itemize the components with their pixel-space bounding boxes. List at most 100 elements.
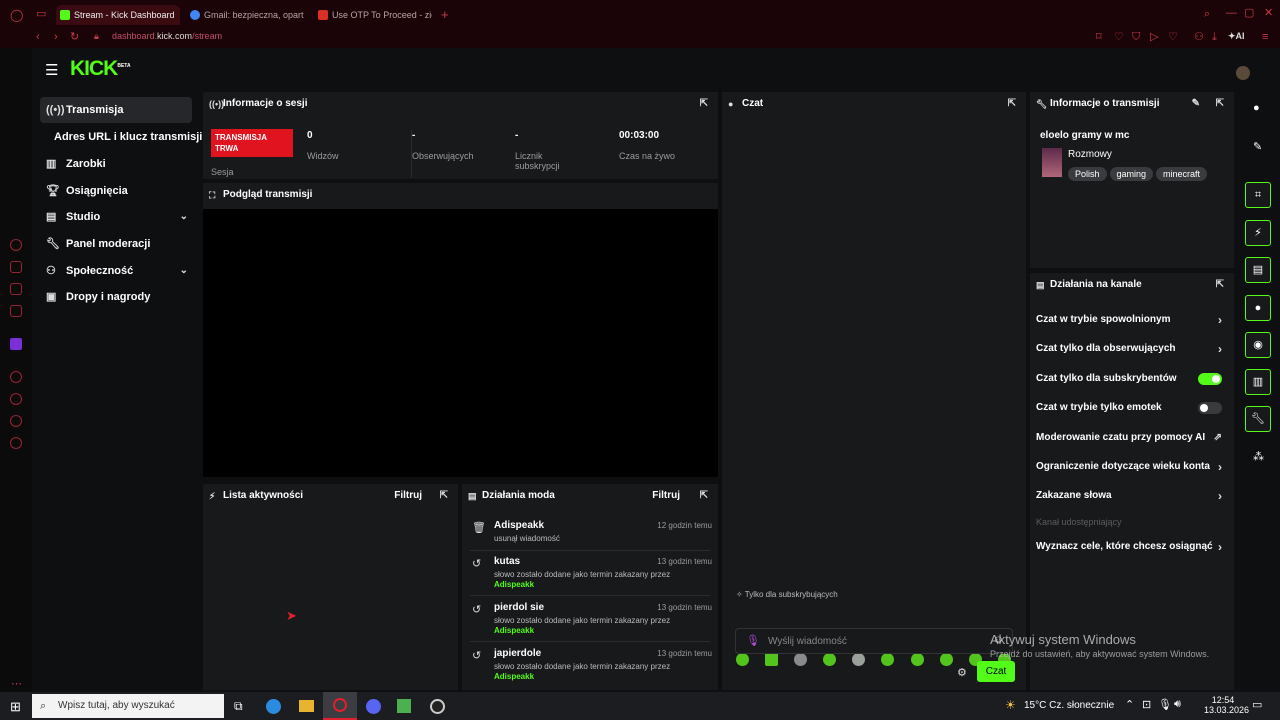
mod-action-user[interactable]: Adispeakk: [494, 672, 534, 681]
mod-action-name[interactable]: Adispeakk: [494, 520, 544, 531]
filter-button[interactable]: Filtruj: [652, 484, 680, 508]
followers-only-row[interactable]: Czat tylko dla obserwujących ›: [1036, 336, 1222, 362]
emote-icon[interactable]: [940, 653, 953, 666]
sidebar-item-transmisja[interactable]: ((•)) Transmisja: [40, 97, 192, 123]
popout-icon[interactable]: ⇱: [440, 484, 448, 508]
quick-action-chat-icon[interactable]: ●: [1245, 295, 1271, 321]
account-age-row[interactable]: Ograniczenie dotyczące wieku konta ›: [1036, 454, 1222, 480]
taskbar-search[interactable]: ⌕ Wpisz tutaj, aby wyszukać: [32, 694, 224, 718]
taskbar-obs-icon[interactable]: [430, 699, 445, 714]
emote-only-toggle[interactable]: [1198, 402, 1222, 414]
taskbar-opera-icon[interactable]: [323, 692, 357, 720]
quick-action-channel-icon[interactable]: ▥: [1245, 369, 1271, 395]
browser-menu-icon[interactable]: ≡: [1262, 32, 1268, 43]
hamburger-menu-icon[interactable]: ☰: [45, 61, 58, 79]
emote-icon[interactable]: [794, 653, 807, 666]
chat-input[interactable]: 🎙︎ Wyślij wiadomość ☺: [735, 628, 1013, 654]
chat-settings-icon[interactable]: ⚙: [957, 666, 967, 679]
quick-action-scan-icon[interactable]: ⌗: [1245, 182, 1271, 208]
player-icon[interactable]: ▷: [1150, 32, 1158, 43]
heart-icon[interactable]: ♡: [1168, 32, 1178, 43]
taskbar-minecraft-icon[interactable]: [397, 699, 411, 713]
emote-icon[interactable]: [852, 653, 865, 666]
shield-icon[interactable]: ⛉: [1132, 32, 1140, 43]
ai-moderation-row[interactable]: Moderowanie czatu przy pomocy AI ⇗: [1036, 425, 1222, 451]
emote-icon[interactable]: [911, 653, 924, 666]
close-window-icon[interactable]: ✕: [1264, 8, 1273, 19]
tab-menu-icon[interactable]: ▭: [36, 9, 46, 20]
browser-search-icon[interactable]: ⌕: [1204, 9, 1210, 20]
edit-icon[interactable]: ✎: [1253, 140, 1262, 153]
reload-icon[interactable]: ↻: [70, 32, 79, 43]
maximize-icon[interactable]: ▢: [1244, 8, 1254, 19]
opera-logo-icon[interactable]: ◯: [10, 9, 23, 21]
tab-kick-dashboard[interactable]: Stream - Kick Dashboard: [56, 5, 180, 25]
emote-icon[interactable]: [736, 653, 749, 666]
filter-button[interactable]: Filtruj: [394, 484, 422, 508]
taskbar-files-icon[interactable]: [299, 700, 314, 712]
popout-icon[interactable]: ⇱: [700, 92, 708, 116]
info-icon[interactable]: ●: [1253, 102, 1260, 114]
taskbar-discord-icon[interactable]: [366, 699, 381, 714]
kick-logo[interactable]: KICKBETA: [70, 57, 131, 81]
sidebar-app-icon[interactable]: [10, 261, 22, 273]
task-view-icon[interactable]: ⧉: [234, 699, 243, 714]
sidebar-app-icon[interactable]: [10, 239, 22, 251]
emote-icon[interactable]: [765, 653, 778, 666]
back-icon[interactable]: ‹: [36, 32, 40, 43]
sidebar-item-dropy[interactable]: ▣ Dropy i nagrody: [40, 284, 192, 310]
ai-icon[interactable]: ✦AI: [1228, 32, 1245, 41]
notifications-icon[interactable]: ▭: [1252, 698, 1262, 711]
popout-icon[interactable]: ⇱: [1216, 273, 1224, 297]
weather-icon[interactable]: ☀: [1005, 698, 1016, 712]
tray-chevron-icon[interactable]: ⌃: [1125, 698, 1134, 711]
slow-mode-row[interactable]: Czat w trybie spowolnionym ›: [1036, 307, 1222, 333]
quick-action-broadcast-icon[interactable]: ◉: [1245, 332, 1271, 358]
sidebar-item-zarobki[interactable]: ▥ Zarobki: [40, 151, 192, 177]
emote-icon[interactable]: [823, 653, 836, 666]
mod-action-name[interactable]: kutas: [494, 556, 520, 567]
windows-start-icon[interactable]: ⊞: [10, 699, 21, 715]
sidebar-item-osiagniecia[interactable]: 🏆︎ Osiągnięcia: [40, 178, 192, 204]
sidebar-item-spolecznosc[interactable]: ⚇ Społeczność ⌄: [40, 258, 192, 284]
quick-action-notes-icon[interactable]: ▤: [1245, 257, 1271, 283]
microphone-tray-icon[interactable]: 🎙︎: [1158, 698, 1172, 711]
more-icon[interactable]: ⋯: [11, 679, 22, 690]
minimize-icon[interactable]: —: [1226, 8, 1237, 19]
quick-action-bolt-icon[interactable]: ⚡︎: [1245, 220, 1271, 246]
banned-words-row[interactable]: Zakazane słowa ›: [1036, 483, 1222, 509]
network-icon[interactable]: ⊡: [1142, 698, 1151, 711]
sidebar-app-icon[interactable]: [10, 283, 22, 295]
popout-icon[interactable]: ⇱: [1216, 92, 1224, 116]
snapshot-icon[interactable]: ⌑: [1096, 32, 1102, 43]
popout-icon[interactable]: ⇱: [1008, 92, 1016, 116]
apps-icon[interactable]: ⁂: [1253, 450, 1264, 463]
mod-action-user[interactable]: Adispeakk: [494, 626, 534, 635]
popout-icon[interactable]: ⇱: [700, 484, 708, 508]
weather-text[interactable]: 15°C Cz. słonecznie: [1024, 700, 1114, 711]
bookmark-icon[interactable]: ♡: [1114, 32, 1124, 43]
profile-icon[interactable]: ⚇: [1194, 32, 1204, 43]
taskbar-edge-icon[interactable]: [266, 699, 281, 714]
category-name[interactable]: Rozmowy: [1068, 149, 1112, 160]
twitch-icon[interactable]: [10, 338, 22, 350]
sidebar-item-panel-moderacji[interactable]: 🔧︎ Panel moderacji: [40, 231, 192, 257]
taskbar-clock[interactable]: 12:54 13.03.2026: [1204, 695, 1249, 715]
mod-action-name[interactable]: pierdol sie: [494, 602, 544, 613]
sidebar-app-icon[interactable]: [10, 371, 22, 383]
goals-row[interactable]: Wyznacz cele, które chcesz osiągnąć ›: [1036, 534, 1222, 560]
edit-icon[interactable]: ✎: [1192, 92, 1200, 116]
download-icon[interactable]: ⤓: [1212, 32, 1217, 43]
emote-icon[interactable]: [881, 653, 894, 666]
tag[interactable]: Polish: [1068, 167, 1107, 181]
sidebar-app-icon[interactable]: [10, 415, 22, 427]
forward-icon[interactable]: ›: [54, 32, 58, 43]
tag[interactable]: gaming: [1109, 167, 1154, 181]
mod-action-name[interactable]: japierdole: [494, 648, 541, 659]
microphone-icon[interactable]: 🎙︎: [746, 634, 760, 647]
settings-icon[interactable]: [10, 437, 22, 449]
avatar[interactable]: [1236, 66, 1250, 80]
tab-gmail[interactable]: Gmail: bezpieczna, opart: [186, 5, 308, 25]
subscribers-only-toggle[interactable]: [1198, 373, 1222, 385]
url-field[interactable]: dashboard.kick.com/stream: [112, 31, 222, 41]
